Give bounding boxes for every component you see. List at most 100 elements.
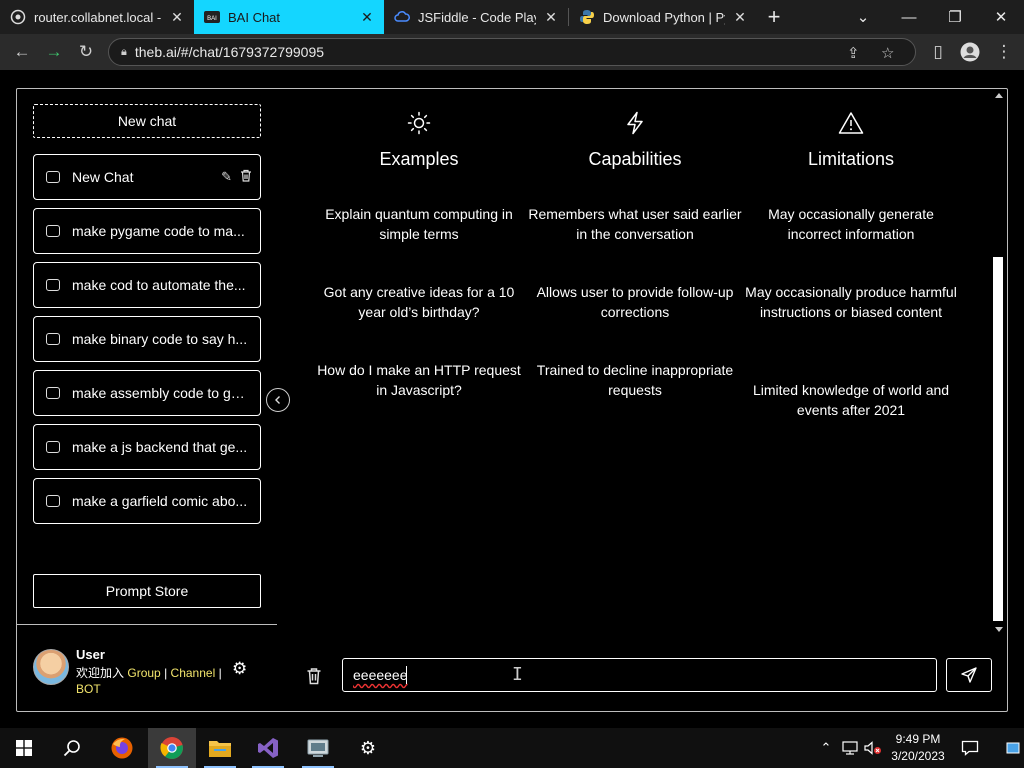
user-info: User 欢迎加入 Group | Channel | BOT ⚙: [33, 647, 277, 697]
trash-icon[interactable]: [240, 169, 252, 185]
message-icon: [46, 171, 60, 183]
cloud-icon: [394, 9, 410, 25]
chrome-icon[interactable]: [148, 728, 196, 768]
close-icon[interactable]: ✕: [358, 8, 376, 26]
link-separator: |: [218, 666, 222, 680]
settings-gear-icon[interactable]: ⚙: [344, 728, 392, 768]
capability-text: Remembers what user said earlier in the …: [528, 206, 742, 242]
bot-link[interactable]: BOT: [76, 682, 101, 696]
warning-icon: [743, 109, 959, 137]
minimize-button[interactable]: —: [886, 0, 932, 34]
send-button[interactable]: [946, 658, 992, 692]
search-icon[interactable]: [48, 728, 96, 768]
new-tab-button[interactable]: +: [757, 0, 791, 34]
tab-title: router.collabnet.local -: [34, 9, 162, 25]
network-app-icon[interactable]: [294, 728, 342, 768]
show-desktop-icon[interactable]: [1002, 728, 1024, 768]
star-icon[interactable]: ☆: [881, 39, 894, 67]
share-icon[interactable]: ⇪: [847, 39, 860, 67]
close-icon[interactable]: ✕: [731, 8, 749, 26]
close-icon[interactable]: ✕: [542, 8, 560, 26]
examples-column: Examples Explain quantum computing in si…: [311, 109, 527, 398]
message-icon: [46, 495, 60, 507]
tab-python[interactable]: Download Python | Pyth ✕: [569, 0, 757, 34]
restore-button[interactable]: ❐: [932, 0, 978, 34]
python-logo-icon: [579, 9, 595, 25]
message-input-value: eeeeeee: [353, 667, 408, 683]
close-window-button[interactable]: ✕: [978, 0, 1024, 34]
avatar[interactable]: [33, 649, 69, 685]
collapse-sidebar-button[interactable]: [266, 388, 290, 412]
chat-list-item[interactable]: New Chat ✎: [33, 154, 261, 200]
message-icon: [46, 225, 60, 237]
volume-muted-icon[interactable]: [862, 728, 884, 768]
join-text: 欢迎加入: [76, 666, 125, 680]
chat-list-item[interactable]: make pygame code to ma...: [33, 208, 261, 254]
message-icon: [46, 387, 60, 399]
back-arrow-icon[interactable]: ←: [6, 36, 38, 68]
channel-link[interactable]: Channel: [171, 666, 216, 680]
new-chat-button[interactable]: New chat: [33, 104, 261, 138]
example-prompt[interactable]: How do I make an HTTP request in Javascr…: [311, 360, 527, 400]
svg-text:BAI: BAI: [207, 16, 217, 22]
edit-icon[interactable]: ✎: [221, 169, 232, 185]
capabilities-column: Capabilities Remembers what user said ea…: [527, 109, 743, 398]
sidepanel-icon[interactable]: ▯: [922, 36, 954, 68]
prompt-store-button[interactable]: Prompt Store: [33, 574, 261, 608]
network-icon[interactable]: [840, 728, 860, 768]
tab-title: Download Python | Pyth: [603, 9, 725, 25]
limitation-text: May occasionally generate incorrect info…: [768, 206, 934, 242]
example-prompt[interactable]: Got any creative ideas for a 10 year old…: [311, 282, 527, 322]
chevron-up-icon[interactable]: ⌃: [816, 728, 836, 768]
chat-list-item[interactable]: make assembly code to ge...: [33, 370, 261, 416]
windows-start-icon[interactable]: [0, 728, 48, 768]
text-caret: [406, 666, 407, 684]
visual-studio-icon[interactable]: [244, 728, 292, 768]
group-link[interactable]: Group: [127, 666, 160, 680]
profile-avatar-icon[interactable]: [954, 36, 986, 68]
gear-icon[interactable]: ⚙: [232, 659, 247, 679]
globe-icon: [10, 9, 26, 25]
example-prompt[interactable]: Explain quantum computing in simple term…: [311, 204, 527, 244]
message-icon: [46, 333, 60, 345]
tab-bai-chat[interactable]: BAI BAI Chat ✕: [194, 0, 384, 34]
main-panel: Examples Explain quantum computing in si…: [293, 89, 993, 711]
system-clock[interactable]: 9:49 PM 3/20/2023: [888, 731, 948, 765]
capability-text: Trained to decline inappropriate request…: [536, 362, 734, 398]
close-icon[interactable]: ✕: [168, 8, 186, 26]
browser-tab-bar: router.collabnet.local - ✕ BAI BAI Chat …: [0, 0, 1024, 34]
chat-title: make a js backend that ge...: [72, 439, 248, 455]
message-icon: [46, 279, 60, 291]
address-bar[interactable]: 🔒︎ theb.ai/#/chat/1679372799095 ⇪ ☆: [108, 38, 916, 66]
tab-router[interactable]: router.collabnet.local - ✕: [0, 0, 194, 34]
file-explorer-icon[interactable]: [196, 728, 244, 768]
chat-title: make cod to automate the...: [72, 277, 246, 293]
scroll-down-arrow-icon[interactable]: [995, 627, 1003, 632]
tab-search-icon[interactable]: ⌄: [840, 0, 886, 34]
scroll-up-arrow-icon[interactable]: [995, 93, 1003, 98]
kebab-menu-icon[interactable]: ⋮: [988, 36, 1020, 68]
lock-icon[interactable]: 🔒︎: [121, 46, 127, 59]
chat-list-item[interactable]: make a garfield comic abo...: [33, 478, 261, 524]
url-text: theb.ai/#/chat/1679372799095: [134, 44, 325, 60]
notifications-icon[interactable]: [956, 728, 984, 768]
limitation-text: May occasionally produce harmful instruc…: [745, 284, 957, 320]
chat-list-item[interactable]: make cod to automate the...: [33, 262, 261, 308]
scrollbar-thumb[interactable]: [993, 257, 1003, 621]
sidebar: New chat New Chat ✎ make pygame code to …: [17, 89, 277, 711]
message-input[interactable]: [342, 658, 937, 692]
lightning-icon: [527, 109, 743, 137]
chat-title: make a garfield comic abo...: [72, 493, 248, 509]
scrollbar[interactable]: [991, 89, 1007, 637]
clock-time: 9:49 PM: [895, 732, 941, 746]
clear-chat-button[interactable]: [305, 666, 323, 686]
tab-title: JSFiddle - Code Playgro: [418, 9, 536, 25]
chat-list-item[interactable]: make a js backend that ge...: [33, 424, 261, 470]
chat-list-item[interactable]: make binary code to say h...: [33, 316, 261, 362]
reload-icon[interactable]: ↻: [70, 36, 102, 68]
send-icon: [961, 667, 977, 683]
chat-title: make binary code to say h...: [72, 331, 248, 347]
forward-arrow-icon[interactable]: →: [38, 36, 70, 68]
tab-jsfiddle[interactable]: JSFiddle - Code Playgro ✕: [384, 0, 568, 34]
firefox-icon[interactable]: [98, 728, 146, 768]
